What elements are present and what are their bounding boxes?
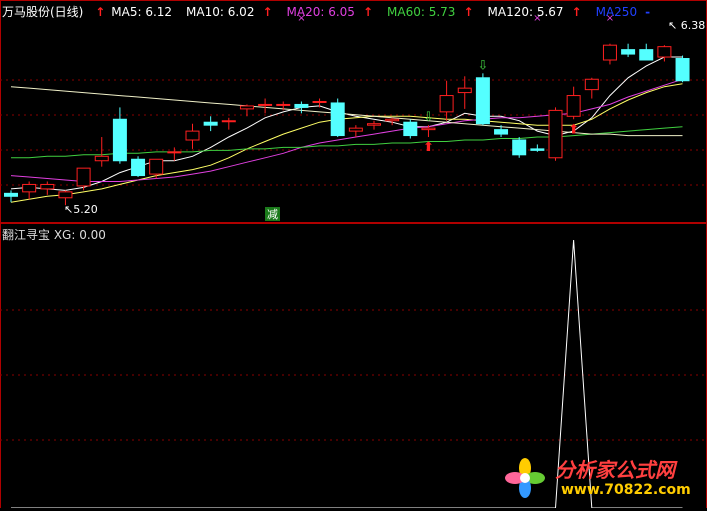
chart-canvas: × × ×⇩⇩⬆⬆↖ 6.38↖5.20 减 <box>0 0 707 509</box>
trend-arrow-icon: ↑ <box>262 5 273 19</box>
candle-body <box>494 129 509 135</box>
indicator-ma120: MA120: 5.67 ↑ <box>488 5 588 19</box>
candle-body <box>131 158 146 177</box>
sell-arrow-icon: ⇩ <box>423 110 434 125</box>
candle-body <box>403 121 418 137</box>
candle-body <box>330 102 345 137</box>
watermark-url: www.70822.com <box>561 482 691 498</box>
ma-line-ma5 <box>10 56 683 191</box>
buy-arrow-icon: ⬆ <box>568 122 579 137</box>
indicator-ma5: ↑ MA5: 6.12 <box>93 5 178 19</box>
ma-line-ma60 <box>11 126 683 159</box>
candle-body <box>439 95 454 113</box>
low-price-label: ↖5.20 <box>64 203 98 216</box>
candle-body <box>548 109 563 159</box>
candle-body <box>276 103 291 106</box>
indicator-label: MA20: 6.05 <box>286 5 355 19</box>
candle-body <box>530 148 545 151</box>
candle-body <box>203 121 218 126</box>
candle-body <box>657 46 672 58</box>
candle-body <box>367 123 381 126</box>
watermark-title: 分析家公式网 <box>555 458 675 482</box>
candle-body <box>602 44 617 61</box>
indicator-ma60: MA60: 5.73 ↑ <box>387 5 479 19</box>
candle-body <box>457 87 472 94</box>
trend-arrow-icon: ↑ <box>463 5 474 19</box>
indicator-label: MA120: 5.67 <box>487 5 564 19</box>
chart-window: × × × ⇩ ⇩ ⬆ ⬆ ↖ 6.38 ↖5.20 减 万马股份(日线) ↑ MA5: 6.12 M… <box>0 0 707 509</box>
candle-body <box>22 183 37 193</box>
candle-body <box>239 105 254 110</box>
candle-body <box>4 192 18 197</box>
ma-line-ma10 <box>10 83 683 203</box>
watermark: 分析家公式网 www.70822.com <box>499 452 699 504</box>
candle-body <box>512 139 527 156</box>
candle-body <box>149 158 164 175</box>
indicator-title: 翻江寻宝 XG: 0.00 <box>2 228 106 242</box>
sell-arrow-icon: ⇩ <box>477 58 488 73</box>
main-panel-border <box>0 0 707 223</box>
candle-body <box>639 49 654 61</box>
candle-body <box>348 127 363 132</box>
high-price-label: ↖ 6.38 <box>668 19 705 32</box>
candle-body <box>421 127 436 131</box>
trend-arrow-icon: ↑ <box>362 5 374 19</box>
trend-arrow-icon: ↑ <box>95 5 106 19</box>
candle-body <box>40 183 55 190</box>
indicator-ma250: MA250- <box>596 5 656 19</box>
indicator-ma20: MA20: 6.05 ↑ <box>287 5 379 19</box>
candle-body <box>112 118 127 162</box>
stock-title: 万马股份(日线) <box>2 5 84 19</box>
candle-body <box>566 95 581 117</box>
indicator-label: MA60: 5.73 <box>387 5 456 19</box>
candle-body <box>312 100 327 103</box>
sub-header: 翻江寻宝 XG: 0.00 <box>2 226 106 243</box>
candle-body <box>167 151 182 154</box>
candle-body <box>475 77 490 125</box>
candle-body <box>76 167 91 187</box>
candle-body <box>294 103 309 108</box>
indicator-label: MA250 <box>595 5 638 19</box>
trend-arrow-icon: - <box>645 5 651 19</box>
buy-arrow-icon: ⬆ <box>423 140 434 155</box>
main-header: 万马股份(日线) ↑ MA5: 6.12 MA10: 6.02 ↑ MA20: 6.05… <box>2 3 670 19</box>
signal-label: 减 <box>267 208 278 221</box>
indicator-label: MA10: 6.02 <box>186 5 255 19</box>
trend-arrow-icon: ↑ <box>571 5 582 19</box>
candle-body <box>185 130 200 141</box>
candle-body <box>621 49 636 55</box>
candle-body <box>221 120 236 123</box>
candle-body <box>58 191 73 199</box>
indicator-ma10: MA10: 6.02 ↑ <box>186 5 278 19</box>
candle-body <box>94 155 109 162</box>
indicator-label: MA5: 6.12 <box>111 5 173 19</box>
candle-body <box>385 118 400 122</box>
candle-body <box>258 103 273 106</box>
candle-body <box>675 58 690 82</box>
candle-body <box>584 78 599 91</box>
indicator-row: ↑ MA5: 6.12 MA10: 6.02 ↑ MA20: 6.05 ↑ MA60: 5.… <box>93 5 664 19</box>
